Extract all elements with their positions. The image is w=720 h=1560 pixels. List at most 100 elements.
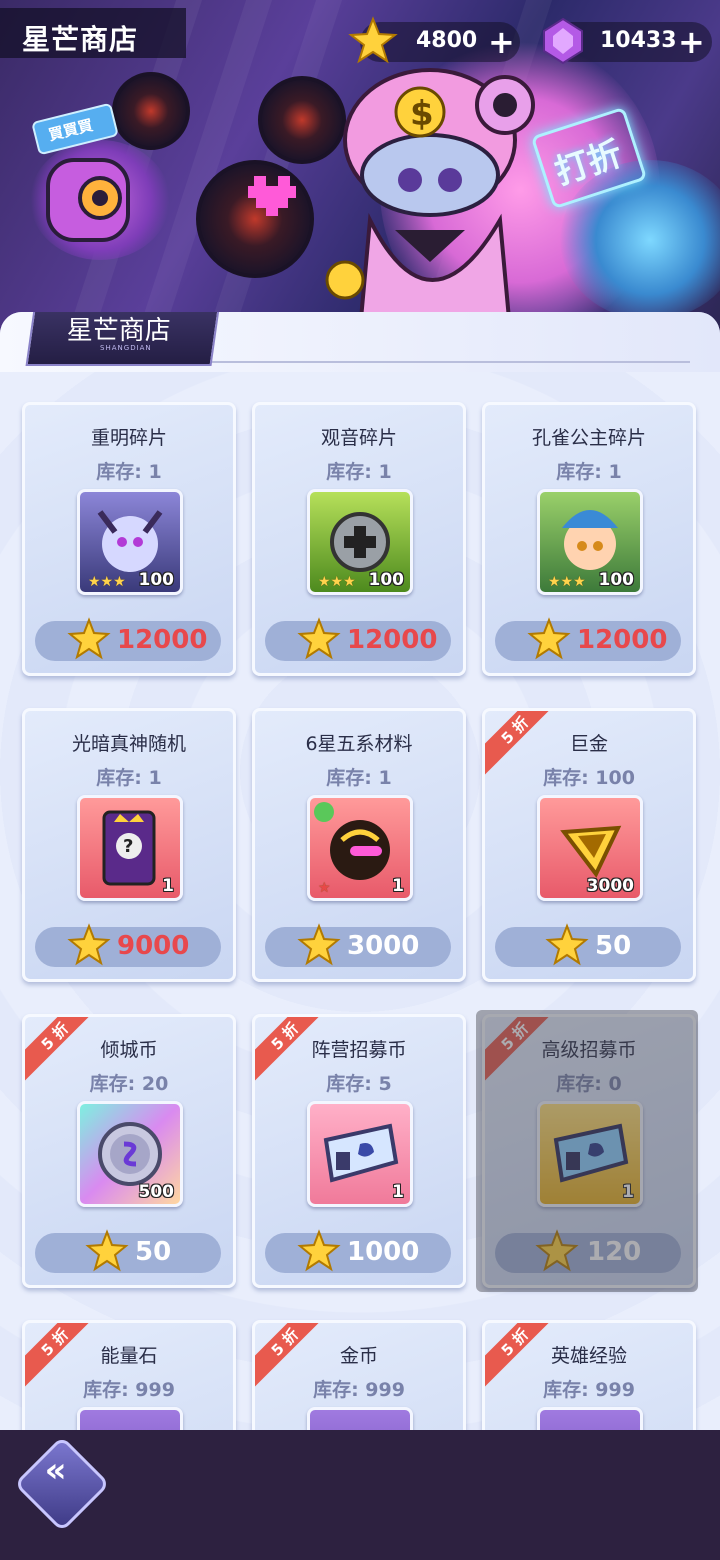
item-price: 12000 <box>117 625 208 655</box>
shop-item-card[interactable]: 光暗真神随机 库存: 1 ? 1 9000 <box>22 708 236 982</box>
price-button[interactable]: 50 <box>495 923 681 967</box>
material-bundle-icon: ★ 1 <box>307 795 413 901</box>
item-quantity: 3000 <box>586 876 634 896</box>
svg-text:?: ? <box>123 836 133 857</box>
price-button[interactable]: 1000 <box>265 1229 451 1273</box>
shop-item-card[interactable]: 5 折 金币 库存: 999 <box>252 1320 466 1430</box>
star-currency-icon <box>67 923 111 966</box>
gem-currency-display: 10433 + <box>543 17 712 65</box>
star-currency-icon <box>545 923 589 966</box>
item-stock: 库存: 20 <box>89 1073 169 1095</box>
shop-tab[interactable]: 星芒商店 SHANGDIAN <box>25 312 221 366</box>
robot-companion-art <box>46 158 130 242</box>
gold-ingot-icon: 3000 <box>537 795 643 901</box>
item-name: 6星五系材料 <box>305 733 413 755</box>
gem-currency-value: 10433 <box>600 28 677 53</box>
item-name: 金币 <box>339 1345 378 1367</box>
price-button[interactable]: 9000 <box>35 923 221 967</box>
star-currency-icon <box>527 617 571 660</box>
mascot-character-art: $ <box>325 68 535 330</box>
star-rating-icon: ★ <box>318 880 331 896</box>
shop-item-card[interactable]: 6星五系材料 库存: 1 ★ 1 3000 <box>252 708 466 982</box>
item-level: 100 <box>598 570 635 590</box>
coin-icon: 500 <box>77 1101 183 1207</box>
item-price: 50 <box>595 931 632 961</box>
page-title-tag: 星芒商店 <box>0 8 186 58</box>
item-price: 9000 <box>117 931 190 961</box>
star-currency-value: 4800 <box>416 28 478 53</box>
shop-item-card[interactable]: 5 折 倾城币 库存: 20 500 50 <box>22 1014 236 1288</box>
hero-exp-icon <box>537 1407 643 1430</box>
double-chevron-left-icon: « <box>44 1450 67 1491</box>
item-quantity: 1 <box>392 1182 404 1202</box>
add-star-currency-button[interactable]: + <box>488 22 515 62</box>
item-stock: 库存: 5 <box>326 1073 392 1095</box>
star-currency-display: 4800 + <box>348 16 520 64</box>
star-currency-icon <box>85 1229 129 1272</box>
star-currency-icon <box>348 16 398 64</box>
item-stock: 库存: 1 <box>556 461 622 483</box>
item-price: 50 <box>135 1237 172 1267</box>
shop-item-card[interactable]: 观音碎片 库存: 1 ★★★ 100 12000 <box>252 402 466 676</box>
pixel-heart-icon <box>248 176 296 216</box>
item-stock: 库存: 1 <box>96 767 162 789</box>
price-button[interactable]: 12000 <box>495 617 681 661</box>
price-button[interactable]: 50 <box>35 1229 221 1273</box>
item-name: 能量石 <box>100 1345 158 1367</box>
star-currency-icon <box>297 1229 341 1272</box>
star-rating-icon: ★★★ <box>548 574 586 590</box>
item-price: 1000 <box>347 1237 420 1267</box>
shop-item-card[interactable]: 5 折 阵营招募币 库存: 5 1 1000 <box>252 1014 466 1288</box>
sold-out-overlay <box>476 1010 698 1292</box>
item-price: 12000 <box>577 625 668 655</box>
item-quantity: 500 <box>138 1182 175 1202</box>
buy-sign-text: 買買買 <box>46 115 95 145</box>
item-stock: 库存: 1 <box>326 767 392 789</box>
price-button[interactable]: 12000 <box>35 617 221 661</box>
item-name: 孔雀公主碎片 <box>531 427 646 449</box>
item-stock: 库存: 999 <box>313 1379 405 1401</box>
item-level: 100 <box>368 570 405 590</box>
hero-portrait-icon: ★★★ 100 <box>77 489 183 595</box>
star-currency-icon <box>67 617 111 660</box>
item-name: 倾城币 <box>100 1039 158 1061</box>
shop-item-card[interactable]: 5 折 能量石 库存: 999 <box>22 1320 236 1430</box>
shop-item-card[interactable]: 5 折 英雄经验 库存: 999 <box>482 1320 696 1430</box>
shop-tab-subtitle: SHANGDIAN <box>100 344 152 352</box>
item-stock: 库存: 999 <box>543 1379 635 1401</box>
recruit-ticket-icon: 1 <box>307 1101 413 1207</box>
item-name: 重明碎片 <box>90 427 167 449</box>
item-name: 英雄经验 <box>550 1345 627 1367</box>
energy-stone-icon <box>77 1407 183 1430</box>
item-level: 100 <box>138 570 175 590</box>
page-title: 星芒商店 <box>22 23 139 56</box>
item-name: 巨金 <box>569 733 608 755</box>
item-price: 12000 <box>347 625 438 655</box>
item-stock: 库存: 1 <box>326 461 392 483</box>
item-name: 阵营招募币 <box>311 1039 407 1061</box>
shop-item-card[interactable]: 5 折 巨金 库存: 100 3000 50 <box>482 708 696 982</box>
hero-portrait-icon: ★★★ 100 <box>307 489 413 595</box>
gold-coin-icon <box>307 1407 413 1430</box>
item-stock: 库存: 999 <box>83 1379 175 1401</box>
back-button[interactable]: « <box>13 1435 111 1533</box>
item-name: 观音碎片 <box>320 427 397 449</box>
item-quantity: 1 <box>392 876 404 896</box>
add-gem-currency-button[interactable]: + <box>678 22 705 62</box>
hero-portrait-icon: ★★★ 100 <box>537 489 643 595</box>
item-price: 3000 <box>347 931 420 961</box>
item-name: 光暗真神随机 <box>71 733 186 755</box>
sale-sign-text: 打折 <box>550 133 628 193</box>
item-stock: 库存: 1 <box>96 461 162 483</box>
shop-tab-title: 星芒商店 <box>66 316 171 346</box>
star-currency-icon <box>297 923 341 966</box>
item-quantity: 1 <box>162 876 174 896</box>
svg-text:$: $ <box>410 94 434 134</box>
price-button[interactable]: 3000 <box>265 923 451 967</box>
purple-gem-icon <box>543 17 583 65</box>
mystery-card-icon: ? 1 <box>77 795 183 901</box>
price-button[interactable]: 12000 <box>265 617 451 661</box>
shop-item-card[interactable]: 重明碎片 库存: 1 ★★★ 100 12000 <box>22 402 236 676</box>
star-rating-icon: ★★★ <box>318 574 356 590</box>
shop-item-card[interactable]: 孔雀公主碎片 库存: 1 ★★★ 100 12000 <box>482 402 696 676</box>
